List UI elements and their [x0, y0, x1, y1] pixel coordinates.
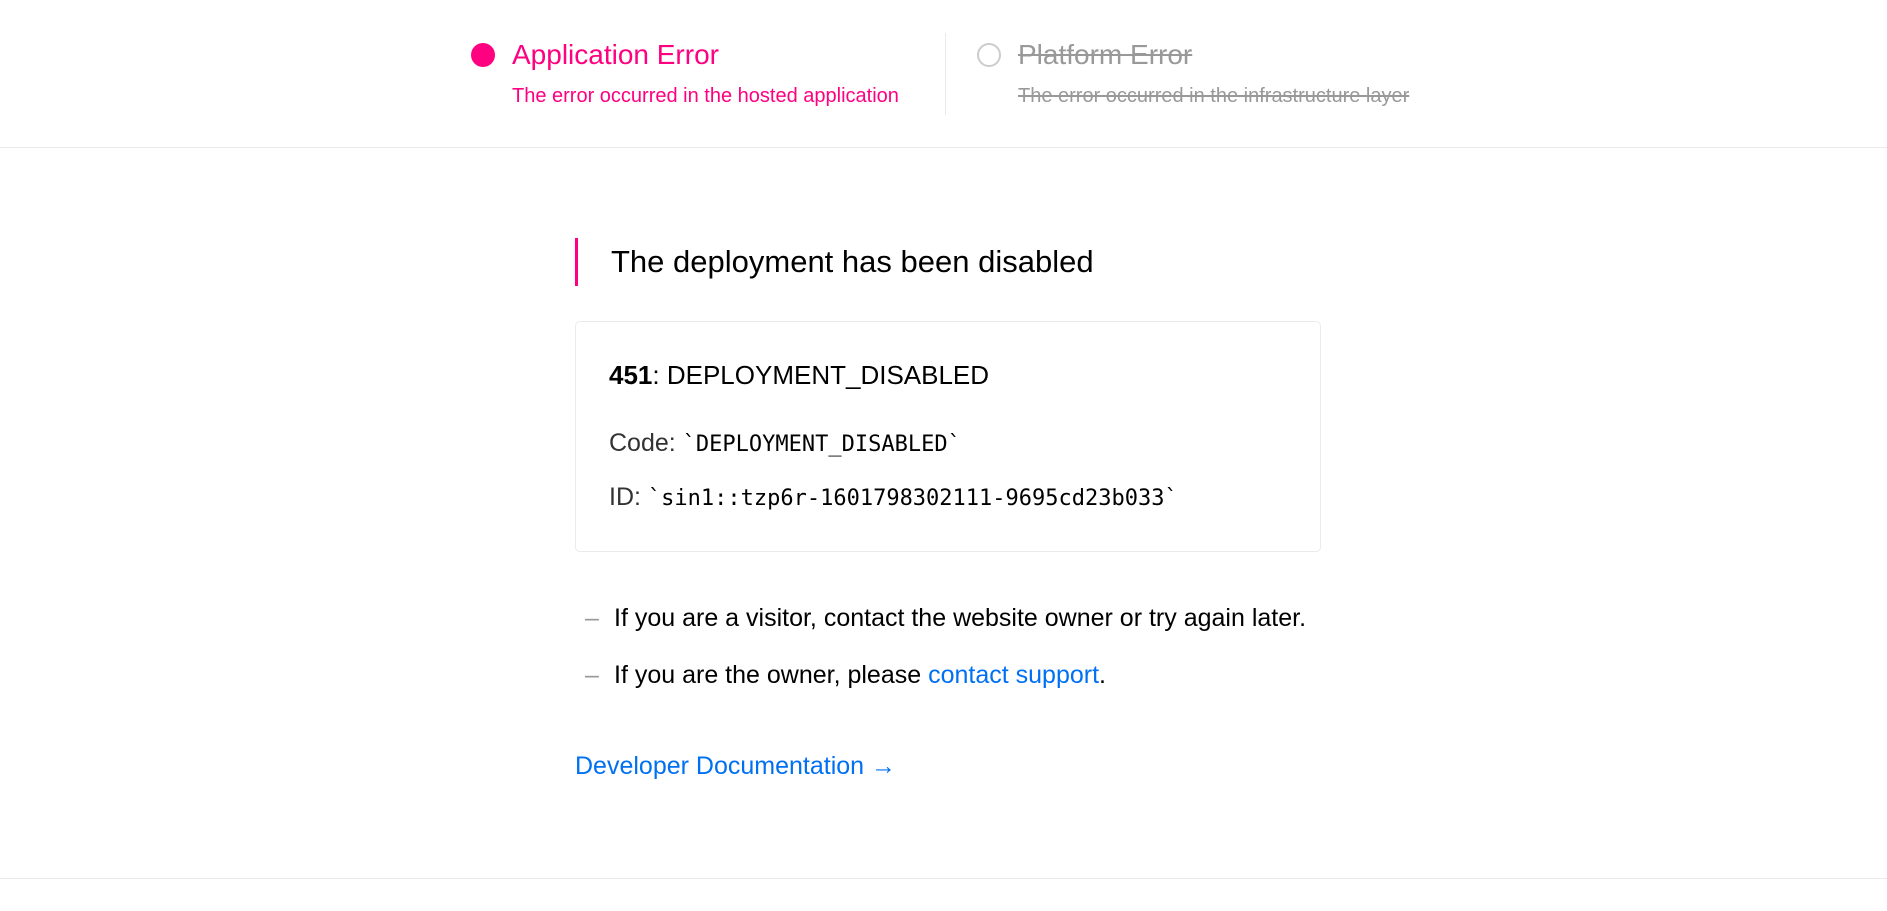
error-details-card: 451: DEPLOYMENT_DISABLED Code: `DEPLOYME…: [575, 321, 1321, 552]
page-title: The deployment has been disabled: [611, 244, 1094, 279]
error-type-header: Application Error The error occurred in …: [0, 0, 1887, 148]
dash-marker: –: [585, 661, 599, 689]
footer-divider: [0, 878, 1887, 879]
id-value: `sin1::tzp6r-1601798302111-9695cd23b033`: [647, 486, 1178, 511]
help-list: – If you are a visitor, contact the webs…: [585, 603, 1306, 717]
list-item-owner: – If you are the owner, please contact s…: [585, 660, 1306, 717]
heading-block: The deployment has been disabled: [575, 238, 1094, 286]
list-item-visitor: – If you are a visitor, contact the webs…: [585, 603, 1306, 660]
filled-dot-icon: [471, 43, 495, 67]
empty-circle-icon: [977, 43, 1001, 67]
application-error-subtitle: The error occurred in the hosted applica…: [512, 85, 899, 107]
visitor-text: If you are a visitor, contact the websit…: [614, 604, 1307, 632]
contact-support-link[interactable]: contact support: [928, 661, 1099, 689]
developer-documentation-link[interactable]: Developer Documentation →: [575, 752, 896, 781]
code-label: Code:: [609, 429, 676, 457]
main-content: The deployment has been disabled 451: DE…: [0, 148, 1887, 878]
status-line: 451: DEPLOYMENT_DISABLED: [609, 360, 989, 391]
platform-error-title: Platform Error: [1018, 39, 1193, 70]
dash-marker: –: [585, 604, 599, 632]
application-error-title: Application Error: [512, 39, 719, 70]
id-label: ID:: [609, 483, 641, 511]
owner-text-after: .: [1099, 661, 1106, 689]
owner-text: If you are the owner, please contact sup…: [614, 660, 1106, 717]
error-code-row: Code: `DEPLOYMENT_DISABLED`: [609, 429, 961, 458]
status-text: : DEPLOYMENT_DISABLED: [652, 360, 990, 390]
code-value: `DEPLOYMENT_DISABLED`: [682, 432, 961, 457]
status-code: 451: [609, 360, 653, 390]
owner-text-before: If you are the owner, please: [614, 661, 929, 689]
error-id-row: ID: `sin1::tzp6r-1601798302111-9695cd23b…: [609, 483, 1178, 512]
header-divider: [945, 33, 946, 115]
platform-error-subtitle: The error occurred in the infrastructure…: [1018, 85, 1410, 107]
